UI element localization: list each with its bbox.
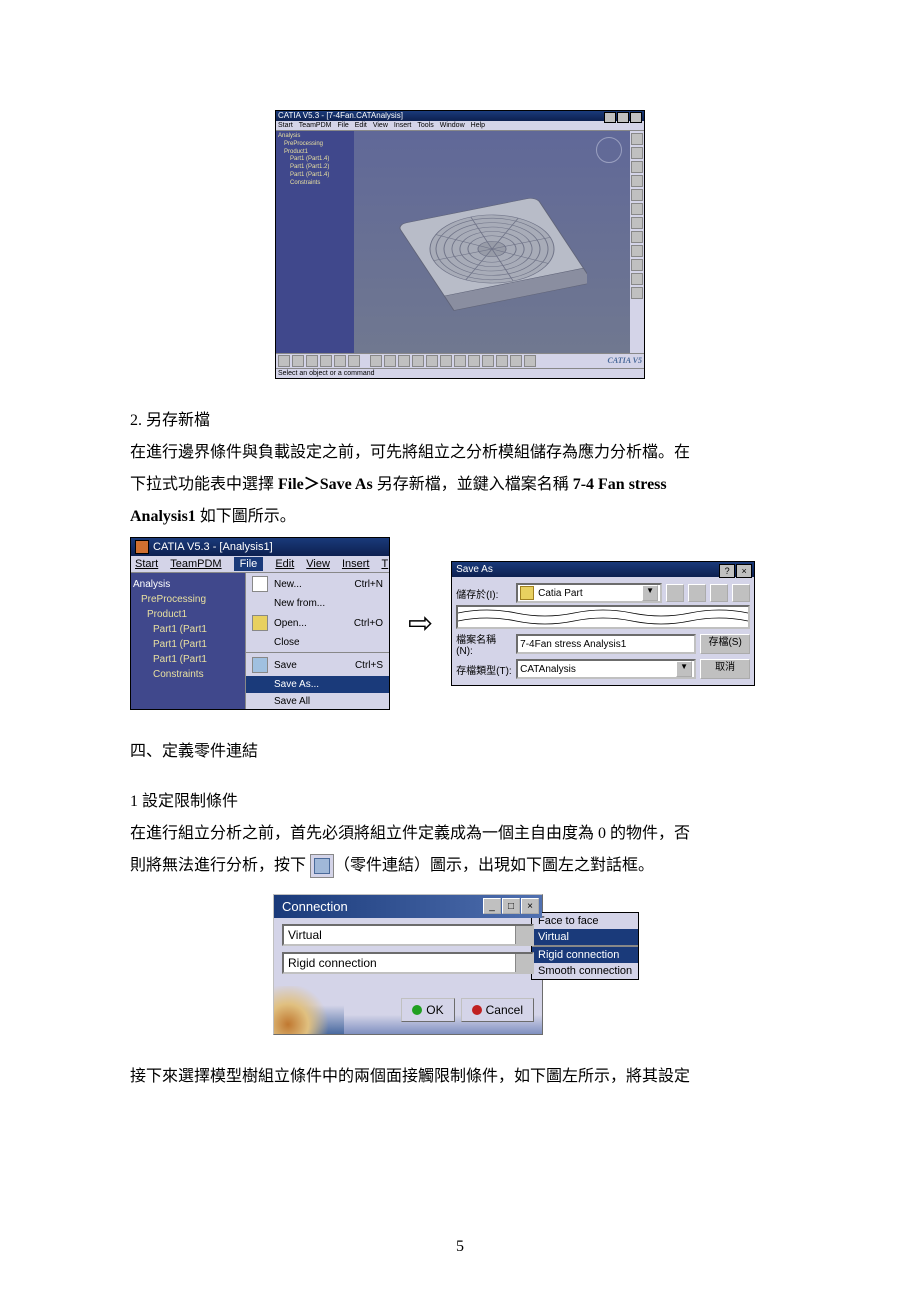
menu-item-open[interactable]: Open...Ctrl+O	[246, 612, 389, 634]
filename-input[interactable]: 7-4Fan stress Analysis1	[516, 634, 696, 654]
menu-item-new[interactable]: New...Ctrl+N	[246, 573, 389, 595]
connection-toolbar-icon	[310, 854, 334, 878]
minimize-icon[interactable]: _	[483, 898, 501, 914]
popup-item[interactable]: Smooth connection	[532, 963, 638, 979]
section-save-as: 2. 另存新檔 在進行邊界條件與負載設定之前，可先將組立之分析模組儲存為應力分析…	[130, 405, 790, 533]
menu-item-save-as[interactable]: Save As...	[246, 676, 389, 693]
model-tree: Analysis PreProcessing Product1 Part1 (P…	[276, 131, 354, 353]
catia-titlebar: CATIA V5.3 - [7-4Fan.CATAnalysis]	[276, 111, 644, 121]
compass-icon	[596, 137, 622, 163]
ok-button[interactable]: OK	[401, 998, 454, 1022]
menu-item-new-from[interactable]: New from...	[246, 595, 389, 612]
arrow-right-icon: ⇨	[408, 609, 433, 639]
close-icon[interactable]: ×	[521, 898, 539, 914]
maximize-icon[interactable]: □	[502, 898, 520, 914]
menubar: StartTeamPDMFileEditViewInsertT	[131, 556, 389, 573]
vertical-toolbar	[630, 131, 644, 353]
file-menu-panel: CATIA V5.3 - [Analysis1] StartTeamPDMFil…	[130, 537, 390, 710]
folder-icon	[520, 586, 534, 600]
catia-menubar: StartTeamPDMFileEditViewInsertToolsWindo…	[276, 121, 644, 131]
model-tree: Analysis PreProcessing Product1 Part1 (P…	[131, 573, 245, 709]
figure-connection-dialog: Connection _□× Virtual Rigid connection …	[273, 894, 647, 1035]
up-folder-icon[interactable]	[666, 584, 684, 602]
save-button[interactable]: 存檔(S)	[700, 634, 750, 654]
list-view-icon[interactable]	[710, 584, 728, 602]
page-number: 5	[456, 1238, 464, 1256]
connection-type-popup: Face to face Virtual Rigid connection Sm…	[531, 912, 639, 980]
popup-item-selected[interactable]: Virtual	[532, 929, 638, 945]
paragraph-3: 接下來選擇模型樹組立條件中的兩個面接觸限制條件，如下圖左所示，將其設定	[130, 1061, 790, 1093]
detail-view-icon[interactable]	[732, 584, 750, 602]
earth-decoration	[274, 986, 344, 1034]
save-location-combo[interactable]: Catia Part▼	[516, 583, 662, 603]
menu-item-close[interactable]: Close	[246, 634, 389, 651]
connection-subtype-combo[interactable]: Rigid connection	[282, 952, 534, 974]
menu-item-save-all[interactable]: Save All	[246, 693, 389, 710]
fan-model	[397, 167, 587, 317]
menu-item-save[interactable]: SaveCtrl+S	[246, 654, 389, 676]
popup-item[interactable]: Face to face	[532, 913, 638, 929]
viewport-3d	[354, 131, 630, 353]
save-as-dialog: Save As ?× 儲存於(I): Catia Part▼ 檔案名稱(N): …	[451, 561, 755, 686]
file-dropdown: New...Ctrl+N New from... Open...Ctrl+O C…	[245, 573, 389, 709]
popup-item-selected[interactable]: Rigid connection	[532, 947, 638, 963]
cancel-button[interactable]: 取消	[700, 659, 750, 679]
step-2-heading: 2. 另存新檔	[130, 405, 790, 437]
figure-catia-main: CATIA V5.3 - [7-4Fan.CATAnalysis] StartT…	[275, 110, 645, 379]
connection-type-combo[interactable]: Virtual	[282, 924, 534, 946]
close-icon[interactable]: ×	[736, 564, 752, 578]
catia-title-text: CATIA V5.3 - [7-4Fan.CATAnalysis]	[278, 111, 403, 120]
help-icon[interactable]: ?	[719, 564, 735, 578]
status-toolbar: CATIA V5	[276, 353, 644, 368]
new-folder-icon[interactable]	[688, 584, 706, 602]
section-define-connection: 四、定義零件連結 1 設定限制條件 在進行組立分析之前，首先必須將組立件定義成為…	[130, 736, 790, 882]
heading-4: 四、定義零件連結	[130, 736, 790, 768]
window-controls	[604, 112, 642, 123]
cancel-button[interactable]: Cancel	[461, 998, 534, 1022]
filetype-combo[interactable]: CATAnalysis▼	[516, 659, 696, 679]
step-1-heading: 1 設定限制條件	[130, 786, 790, 818]
file-menu-button[interactable]: File	[234, 557, 264, 571]
connection-dialog: Connection _□× Virtual Rigid connection …	[273, 894, 543, 1035]
catia-app-icon	[135, 540, 149, 554]
figure-save-as: CATIA V5.3 - [Analysis1] StartTeamPDMFil…	[130, 537, 790, 710]
catia-brand: CATIA V5	[608, 357, 642, 365]
